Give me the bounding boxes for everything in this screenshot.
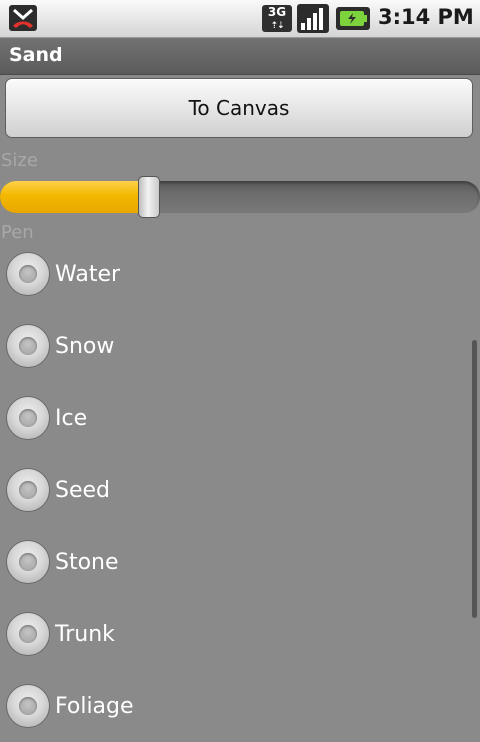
size-slider[interactable]	[0, 181, 480, 213]
size-slider-fill	[0, 181, 149, 213]
pen-option-foliage[interactable]: Foliage	[0, 670, 470, 742]
radio-button-icon[interactable]	[6, 396, 50, 440]
pen-option-label: Stone	[55, 549, 119, 575]
pen-option-seed[interactable]: Seed	[0, 454, 470, 526]
to-canvas-button[interactable]: To Canvas	[5, 78, 473, 138]
radio-button-icon[interactable]	[6, 612, 50, 656]
title-bar: Sand	[0, 38, 480, 75]
pen-option-label: Ice	[55, 405, 88, 431]
pen-option-water[interactable]: Water	[0, 238, 470, 310]
network-3g-icon: 3G ⇡⇣	[262, 5, 292, 32]
radio-button-icon[interactable]	[6, 324, 50, 368]
pen-option-stone[interactable]: Stone	[0, 526, 470, 598]
status-bar: 3G ⇡⇣ 3:14 PM	[0, 0, 480, 38]
pen-option-label: Trunk	[55, 621, 115, 647]
pen-option-ice[interactable]: Ice	[0, 382, 470, 454]
radio-button-icon[interactable]	[6, 540, 50, 584]
signal-strength-icon	[297, 4, 329, 33]
app-title: Sand	[9, 44, 63, 66]
scrollbar[interactable]	[472, 340, 477, 618]
size-label: Size	[1, 150, 38, 171]
radio-button-icon[interactable]	[6, 684, 50, 728]
status-clock: 3:14 PM	[378, 5, 474, 29]
radio-button-icon[interactable]	[6, 252, 50, 296]
network-type-label: 3G	[267, 5, 287, 19]
battery-charging-icon	[336, 7, 370, 30]
pen-option-label: Foliage	[55, 693, 134, 719]
pen-option-snow[interactable]: Snow	[0, 310, 470, 382]
pen-option-trunk[interactable]: Trunk	[0, 598, 470, 670]
pen-option-label: Water	[55, 261, 121, 287]
radio-button-icon[interactable]	[6, 468, 50, 512]
pen-option-label: Seed	[55, 477, 110, 503]
missed-call-icon	[9, 5, 37, 31]
pen-option-label: Snow	[55, 333, 115, 359]
size-slider-thumb[interactable]	[138, 176, 160, 218]
